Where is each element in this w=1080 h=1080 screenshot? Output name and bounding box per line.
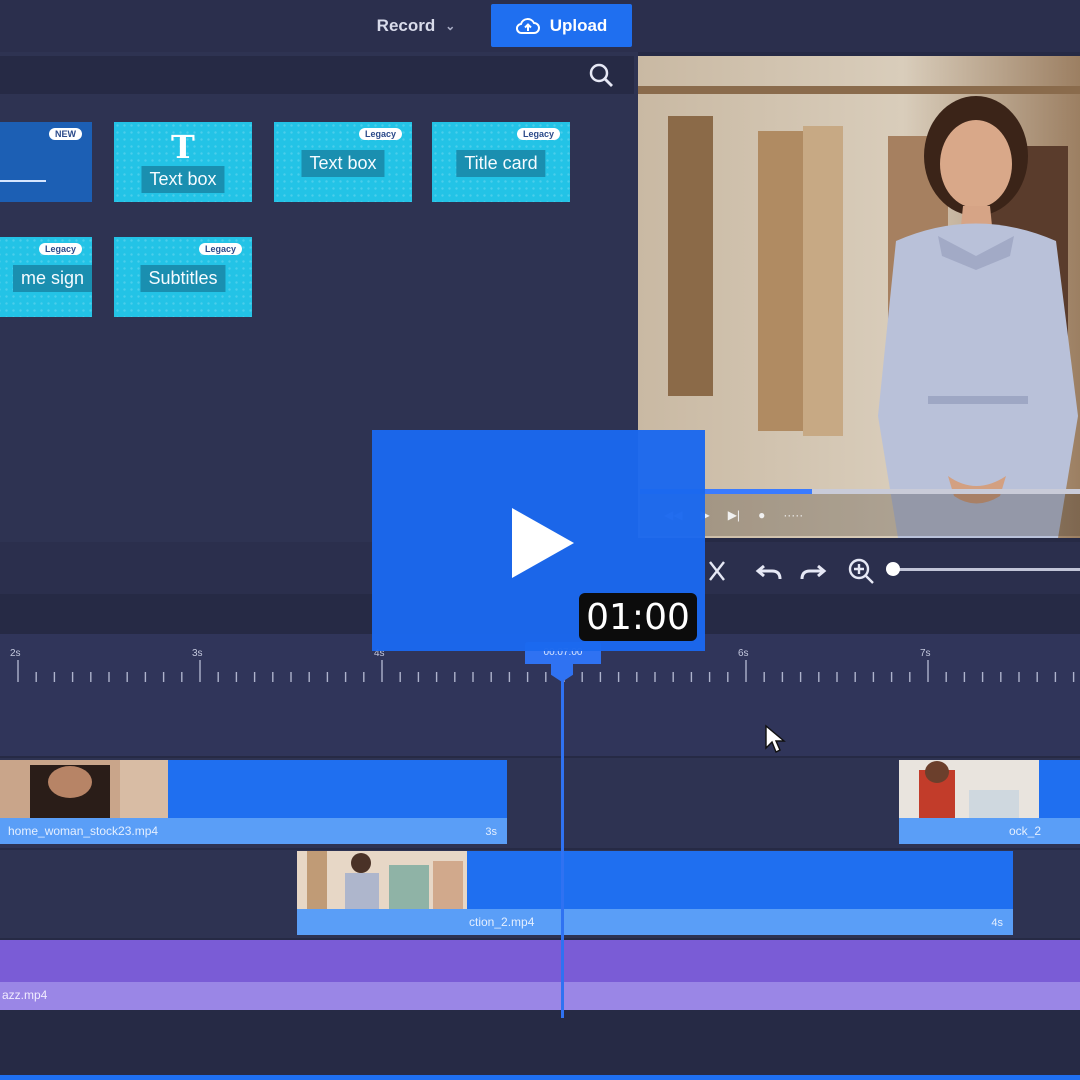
play-icon [512,508,574,578]
template-name-tile[interactable]: NEW name [0,122,92,202]
new-badge: NEW [49,128,82,140]
template-title-card[interactable]: Legacy Title card [432,122,570,202]
text-track[interactable] [0,688,1080,756]
undo-icon[interactable] [754,556,784,586]
template-subtitles[interactable]: Legacy Subtitles [114,237,252,317]
audio-waveform [0,982,1080,1010]
legacy-badge: Legacy [516,128,560,140]
record-label: Record [376,16,436,35]
clip-duration: 3s [485,826,497,838]
search-bar[interactable] [0,56,634,94]
redo-icon[interactable] [798,556,828,586]
ruler-label: 7s [920,648,931,659]
ruler-label: 2s [10,648,21,659]
template-name-sign[interactable]: Legacy me sign [0,237,92,317]
mouse-cursor-icon [765,724,786,753]
split-icon[interactable] [702,556,732,586]
upload-button[interactable]: Upload [491,4,632,47]
clip-name-bar [297,909,1013,935]
empty-track [0,1012,1080,1075]
video-clip[interactable]: ock_2 [899,760,1080,844]
zoom-in-icon[interactable] [846,556,876,586]
clip-duration: 4s [991,917,1003,929]
video-clip[interactable]: ction_2.mp4 4s [297,851,1013,935]
clip-filename: ction_2.mp4 [469,915,535,929]
clip-filename: home_woman_stock23.mp4 [8,824,159,838]
record-dot-icon[interactable]: ● [758,508,765,522]
legacy-badge: Legacy [38,243,82,255]
video-clip[interactable]: home_woman_stock23.mp4 3s [0,760,507,844]
template-label: Text box [141,166,225,193]
audio-filename: azz.mp4 [2,988,48,1002]
cloud-upload-icon [515,17,540,34]
zoom-slider[interactable] [893,568,1080,571]
upload-label: Upload [549,15,608,35]
template-label: Text box [301,150,385,177]
playhead-line[interactable] [561,660,564,1018]
template-text-box-legacy[interactable]: Legacy Text box [274,122,412,202]
legacy-badge: Legacy [198,243,242,255]
skip-forward-icon[interactable]: ▶| [728,508,740,522]
chevron-down-icon: ⌄ [445,19,456,33]
ruler-label: 3s [192,648,203,659]
ruler-label: 6s [738,648,749,659]
record-button[interactable]: Record ⌄ [360,6,472,46]
clip-filename: ock_2 [1009,824,1042,838]
template-label: Title card [456,150,546,177]
video-duration-badge: 01:00 [579,593,697,641]
template-text-box-new[interactable]: T Text box [114,122,252,202]
preview-time: ····· [783,508,804,522]
legacy-badge: Legacy [358,128,402,140]
text-glyph-icon: T [171,128,195,166]
bottom-accent-bar [0,1075,1080,1080]
zoom-slider-handle[interactable] [886,562,900,576]
template-label: me sign [12,265,92,292]
clip-name-bar [899,818,1080,844]
preview-controls: ◀◀ ▶ ▶| ● ····· [640,494,1080,536]
template-underline [0,180,46,182]
audio-clip[interactable]: azz.mp4 [0,940,1080,1010]
search-icon[interactable] [586,60,616,90]
template-label: Subtitles [140,265,226,292]
